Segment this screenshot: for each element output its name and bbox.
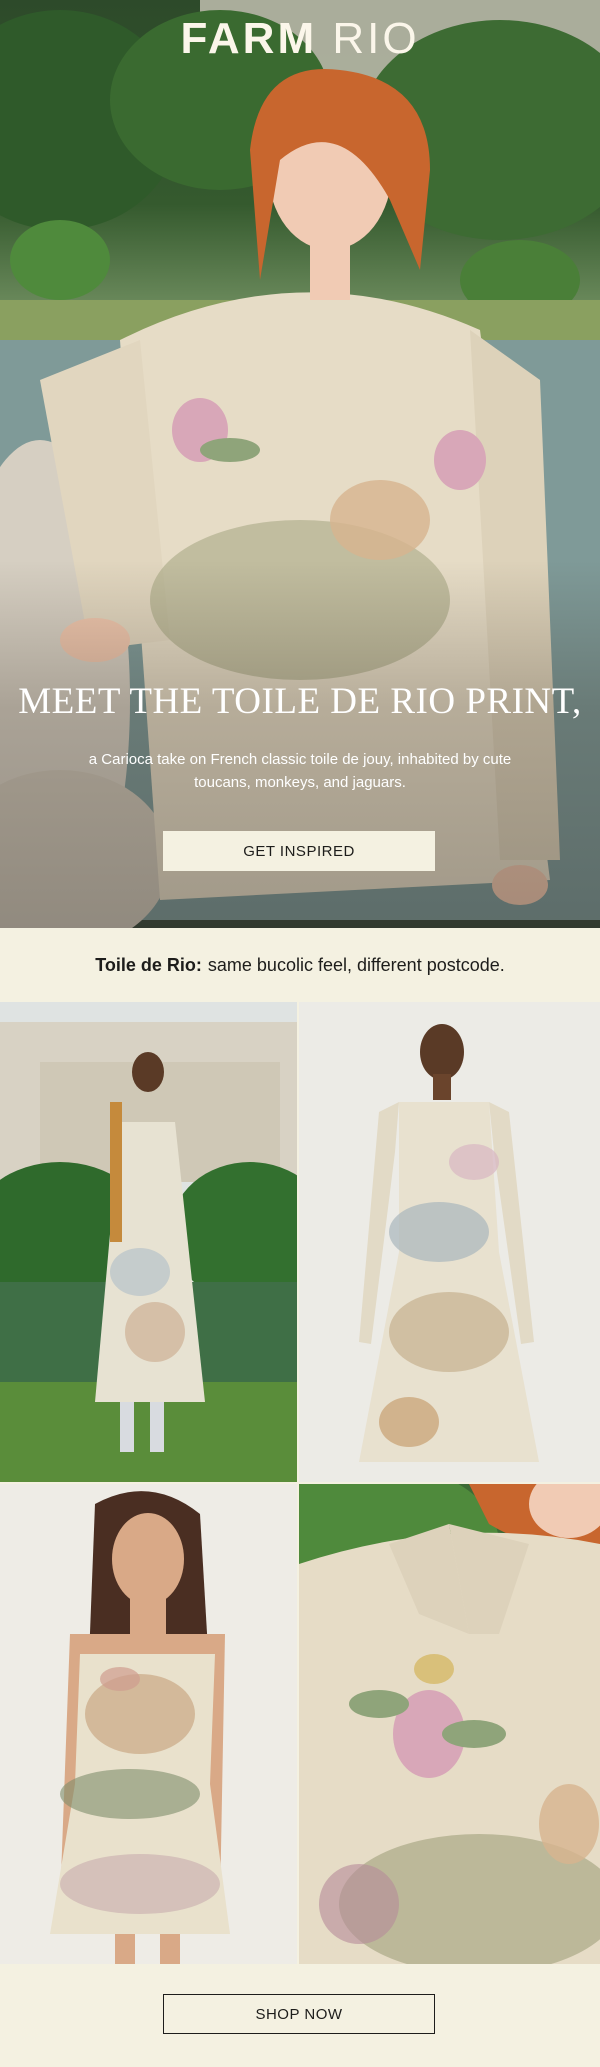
- hero-subtext: a Carioca take on French classic toile d…: [88, 751, 512, 791]
- email-page: FARM RIO MEET THE TOILE DE RIO PRINT, a …: [0, 0, 600, 2067]
- hero-overlay: [0, 560, 600, 928]
- photo: [0, 1484, 297, 1964]
- logo-part-1: FARM: [180, 14, 318, 63]
- photo: [299, 1002, 600, 1482]
- tagline-text: same bucolic feel, different postcode.: [207, 954, 505, 975]
- photo: [299, 1484, 600, 1964]
- footer-cta-section: SHOP NOW: [0, 1964, 600, 2067]
- photo: [0, 1002, 297, 1482]
- product-image-long-sleeve-dress[interactable]: [299, 1002, 600, 1482]
- tagline-bold: Toile de Rio:: [95, 954, 202, 975]
- logo-part-2: RIO: [332, 14, 420, 63]
- farm-rio-logo[interactable]: FARM RIO: [0, 14, 600, 64]
- shop-now-button[interactable]: SHOP NOW: [163, 1994, 435, 2034]
- product-image-slip-dress-park[interactable]: [0, 1002, 297, 1482]
- tagline: Toile de Rio: same bucolic feel, differe…: [0, 928, 600, 1002]
- hero-heading: MEET THE TOILE DE RIO PRINT,: [18, 681, 582, 722]
- hero-section[interactable]: FARM RIO MEET THE TOILE DE RIO PRINT, a …: [0, 0, 600, 928]
- product-image-strappy-mini-dress[interactable]: [0, 1484, 297, 1964]
- get-inspired-button[interactable]: GET INSPIRED: [163, 831, 435, 871]
- product-image-shirt-detail[interactable]: [299, 1484, 600, 1964]
